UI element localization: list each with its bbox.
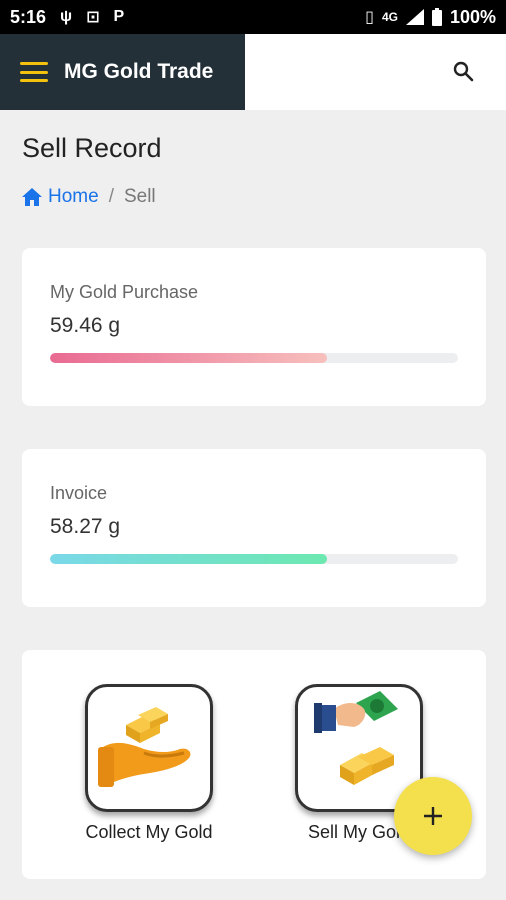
activity-icon: ⊡ [86, 9, 100, 26]
network-label: 4G [381, 10, 398, 24]
usb-icon: ψ [60, 8, 73, 25]
invoice-progress [50, 554, 458, 564]
add-button[interactable] [394, 777, 472, 855]
stat-label: Invoice [50, 483, 108, 503]
status-bar: 5:16 ψ ⊡ P ▯ 4G 100% [0, 0, 506, 34]
plus-icon [424, 807, 442, 825]
collect-gold-icon [85, 684, 213, 812]
progress-fill [50, 353, 328, 363]
stat-label: My Gold Purchase [50, 282, 199, 302]
collect-gold-button[interactable]: Collect My Gold [74, 684, 224, 843]
stat-value: 59.46 g [50, 314, 121, 337]
status-time: 5:16 [10, 6, 47, 27]
collect-gold-label: Collect My Gold [85, 822, 213, 842]
battery-icon [431, 8, 442, 26]
brand-bar: MG Gold Trade [0, 34, 245, 110]
gold-purchase-progress [50, 353, 458, 363]
breadcrumb-current: Sell [123, 186, 156, 207]
gold-purchase-card: My Gold Purchase 59.46 g [22, 248, 486, 406]
app-bar: MG Gold Trade [0, 34, 506, 110]
hamburger-icon[interactable] [20, 62, 48, 82]
breadcrumb-separator: / [108, 186, 114, 207]
page-title: Sell Record [22, 133, 162, 163]
home-icon [22, 188, 42, 206]
search-icon[interactable] [452, 60, 476, 84]
vibrate-icon: ▯ [365, 9, 374, 26]
progress-fill [50, 554, 328, 564]
app-title: MG Gold Trade [64, 60, 214, 83]
invoice-card: Invoice 58.27 g [22, 449, 486, 607]
p-app-icon: P [113, 8, 125, 25]
signal-icon [405, 9, 424, 25]
stat-value: 58.27 g [50, 515, 121, 538]
breadcrumb-home[interactable]: Home [22, 186, 99, 208]
breadcrumb-home-label: Home [48, 186, 99, 207]
breadcrumb: Home / Sell [22, 186, 156, 208]
battery-level: 100% [449, 6, 496, 27]
